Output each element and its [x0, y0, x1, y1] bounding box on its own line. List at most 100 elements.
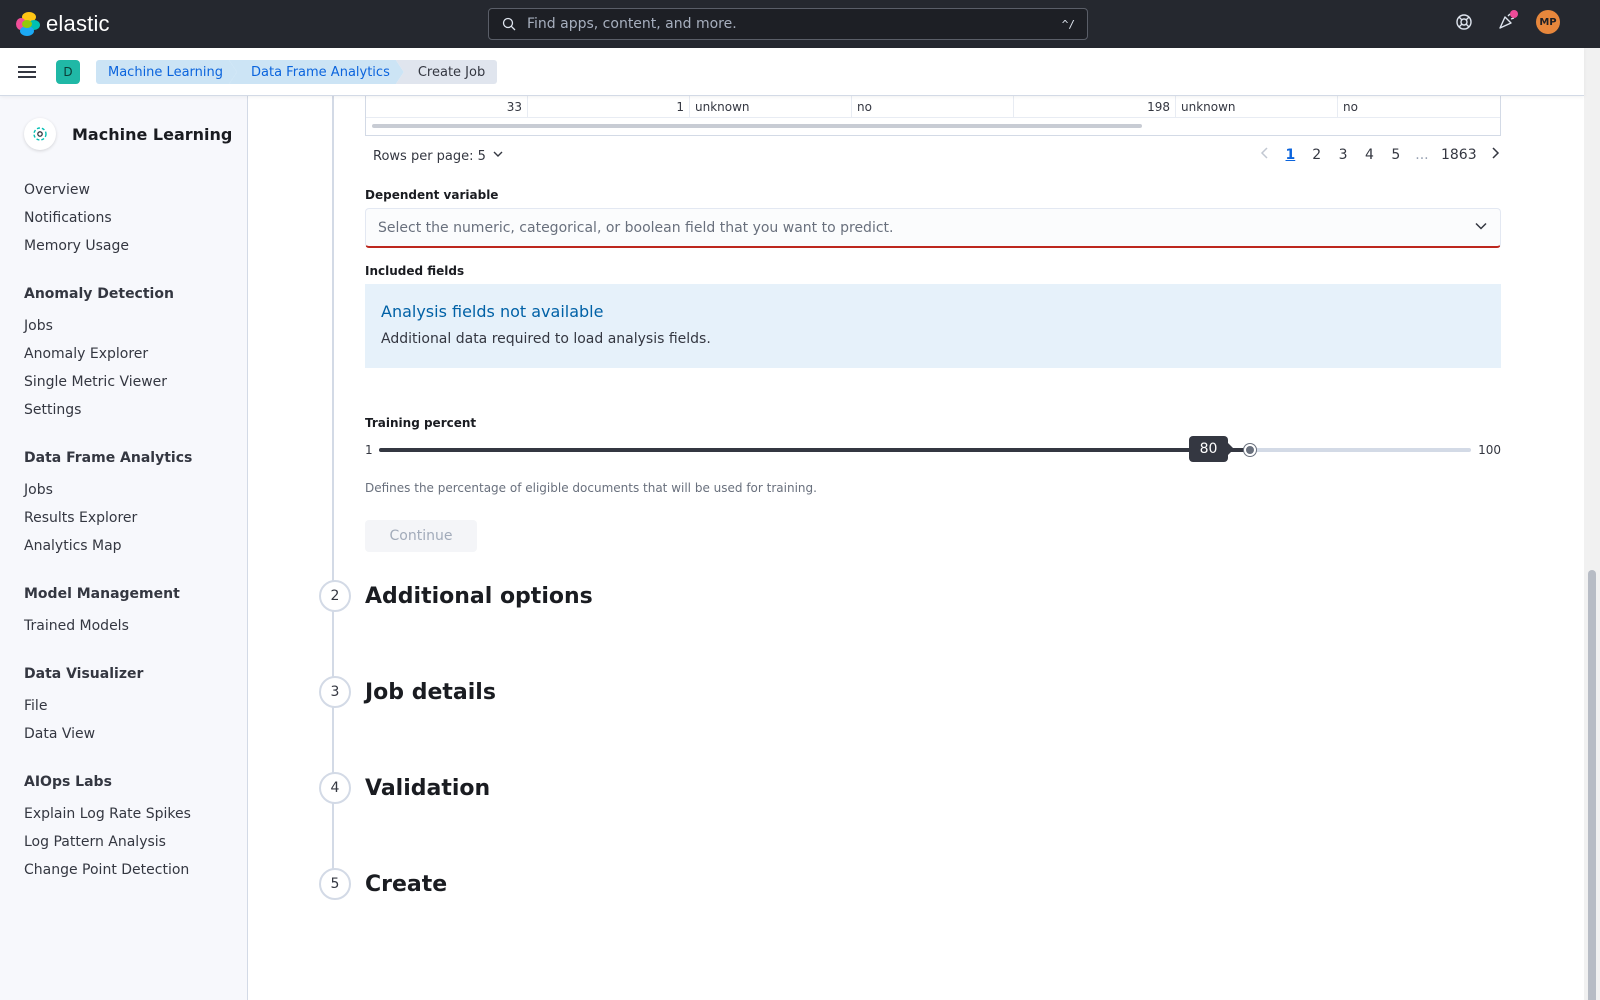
- sidebar-item-change-point-detection[interactable]: Change Point Detection: [24, 860, 234, 888]
- page-link-2[interactable]: 2: [1310, 147, 1324, 163]
- menu-icon: [18, 66, 36, 68]
- menu-icon-line: [18, 76, 36, 78]
- slider-track[interactable]: 80: [379, 436, 1471, 462]
- dependent-variable-select[interactable]: Select the numeric, categorical, or bool…: [365, 208, 1501, 248]
- table-cell: no: [852, 96, 1014, 118]
- elastic-logo-icon: [16, 12, 40, 36]
- slider-max-label: 100: [1478, 443, 1501, 457]
- sidebar-group-anomaly-detection: Anomaly Detection Jobs Anomaly Explorer …: [24, 286, 234, 428]
- sidebar-group-top: Overview Notifications Memory Usage: [24, 180, 234, 264]
- step-title: Validation: [365, 775, 491, 801]
- rows-per-page-label: Rows per page: 5: [373, 148, 486, 164]
- sidebar-item-notifications[interactable]: Notifications: [24, 208, 234, 236]
- previous-page-icon[interactable]: [1259, 146, 1271, 164]
- step-create[interactable]: 5 Create: [319, 868, 447, 900]
- sidebar-item-analytics-map[interactable]: Analytics Map: [24, 536, 234, 564]
- page-link-last[interactable]: 1863: [1441, 147, 1477, 163]
- step-title: Additional options: [365, 583, 593, 609]
- breadcrumb: Machine Learning Data Frame Analytics Cr…: [96, 60, 498, 84]
- step-number: 2: [319, 580, 351, 612]
- training-percent-help: Defines the percentage of eligible docum…: [365, 481, 817, 495]
- callout-title: Analysis fields not available: [381, 302, 604, 321]
- step-title: Job details: [365, 679, 496, 705]
- sidebar-item-file[interactable]: File: [24, 696, 234, 724]
- sidebar-group-title: AIOps Labs: [24, 774, 112, 790]
- table-cell: unknown: [690, 96, 852, 118]
- sidebar-item-memory-usage[interactable]: Memory Usage: [24, 236, 234, 264]
- sidebar-item-dfa-jobs[interactable]: Jobs: [24, 480, 234, 508]
- sidebar-nav: Overview Notifications Memory Usage Anom…: [24, 180, 234, 910]
- data-grid: 33 1 unknown no 198 unknown no: [365, 96, 1501, 136]
- search-shortcut-hint: ^/: [1061, 17, 1075, 31]
- top-header: elastic ^/ MP: [0, 0, 1600, 48]
- news-feed-icon[interactable]: [1494, 10, 1518, 34]
- sidebar-item-ad-jobs[interactable]: Jobs: [24, 316, 234, 344]
- pagination: 1 2 3 4 5 ... 1863: [1259, 146, 1501, 164]
- step-number: 5: [319, 868, 351, 900]
- search-input[interactable]: [527, 16, 1062, 32]
- continue-button[interactable]: Continue: [365, 520, 477, 552]
- page-link-4[interactable]: 4: [1363, 147, 1377, 163]
- analysis-fields-callout: Analysis fields not available Additional…: [365, 284, 1501, 368]
- step-number: 3: [319, 676, 351, 708]
- sidebar-item-overview[interactable]: Overview: [24, 180, 234, 208]
- table-row: 33 1 unknown no 198 unknown no: [366, 96, 1500, 118]
- table-cell: 198: [1014, 96, 1176, 118]
- help-icon[interactable]: [1452, 10, 1476, 34]
- included-fields-label: Included fields: [365, 264, 465, 278]
- slider-value-tooltip: 80: [1188, 436, 1235, 462]
- dependent-variable-placeholder: Select the numeric, categorical, or bool…: [378, 219, 894, 236]
- chevron-down-icon: [1474, 218, 1488, 237]
- page-link-5[interactable]: 5: [1389, 147, 1403, 163]
- grid-horizontal-scrollbar[interactable]: [372, 124, 1142, 128]
- page-link-1[interactable]: 1: [1283, 147, 1297, 163]
- global-search[interactable]: ^/: [488, 8, 1088, 40]
- sidebar-group-model-management: Model Management Trained Models: [24, 586, 234, 644]
- table-cell: 1: [528, 96, 690, 118]
- menu-toggle-button[interactable]: [18, 62, 38, 82]
- menu-icon-line: [18, 71, 36, 73]
- sidebar: Machine Learning Overview Notifications …: [0, 96, 248, 1000]
- elastic-logo[interactable]: elastic: [16, 11, 110, 37]
- sidebar-group-data-frame-analytics: Data Frame Analytics Jobs Results Explor…: [24, 450, 234, 564]
- space-avatar[interactable]: D: [56, 60, 80, 84]
- sidebar-group-title: Data Visualizer: [24, 666, 144, 682]
- breadcrumb-data-frame-analytics[interactable]: Data Frame Analytics: [229, 60, 404, 84]
- sidebar-item-log-pattern-analysis[interactable]: Log Pattern Analysis: [24, 832, 234, 860]
- sidebar-group-title: Model Management: [24, 586, 180, 602]
- page-scrollbar-thumb[interactable]: [1588, 570, 1596, 1000]
- pagination-ellipsis: ...: [1415, 147, 1429, 163]
- breadcrumb-bar: D Machine Learning Data Frame Analytics …: [0, 48, 1584, 96]
- step-number: 4: [319, 772, 351, 804]
- brand-name: elastic: [46, 11, 110, 36]
- page-link-3[interactable]: 3: [1336, 147, 1350, 163]
- step-title: Create: [365, 871, 448, 897]
- rows-per-page-button[interactable]: Rows per page: 5: [373, 148, 504, 164]
- user-avatar[interactable]: MP: [1536, 10, 1560, 34]
- table-cell: unknown: [1176, 96, 1338, 118]
- sidebar-item-single-metric-viewer[interactable]: Single Metric Viewer: [24, 372, 234, 400]
- slider-fill: [379, 448, 1251, 452]
- sidebar-header: Machine Learning: [24, 118, 232, 150]
- notification-dot: [1510, 10, 1518, 18]
- chevron-down-icon: [492, 148, 504, 164]
- table-cell: no: [1343, 100, 1358, 114]
- sidebar-item-data-view[interactable]: Data View: [24, 724, 234, 752]
- sidebar-item-settings[interactable]: Settings: [24, 400, 234, 428]
- breadcrumb-machine-learning[interactable]: Machine Learning: [96, 60, 237, 84]
- step-additional-options[interactable]: 2 Additional options: [319, 580, 593, 612]
- training-percent-slider: 1 80 100: [365, 436, 1501, 462]
- dependent-variable-label: Dependent variable: [365, 188, 499, 202]
- step-job-details[interactable]: 3 Job details: [319, 676, 496, 708]
- page-scrollbar[interactable]: [1584, 48, 1600, 1000]
- slider-thumb[interactable]: [1244, 444, 1257, 456]
- sidebar-item-trained-models[interactable]: Trained Models: [24, 616, 234, 644]
- sidebar-item-results-explorer[interactable]: Results Explorer: [24, 508, 234, 536]
- next-page-icon[interactable]: [1489, 146, 1501, 164]
- sidebar-item-explain-log-rate-spikes[interactable]: Explain Log Rate Spikes: [24, 804, 234, 832]
- machine-learning-icon: [24, 118, 56, 150]
- sidebar-group-title: Data Frame Analytics: [24, 450, 193, 466]
- table-cell: 33: [366, 96, 528, 118]
- step-validation[interactable]: 4 Validation: [319, 772, 490, 804]
- sidebar-item-anomaly-explorer[interactable]: Anomaly Explorer: [24, 344, 234, 372]
